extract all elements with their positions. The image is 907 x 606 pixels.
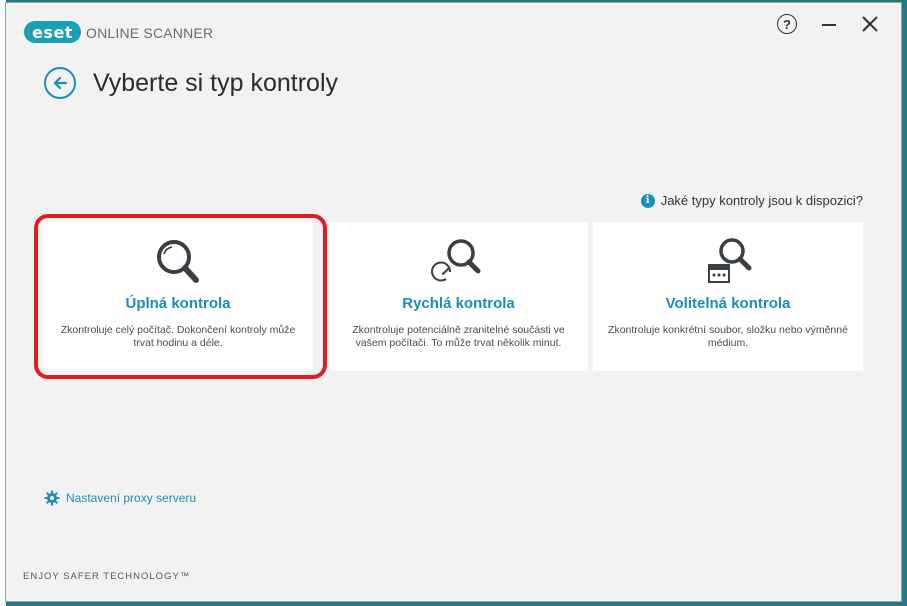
minimize-button[interactable] (816, 11, 842, 37)
info-link-label: Jaké typy kontroly jsou k dispozici? (660, 193, 863, 208)
full-scan-card[interactable]: Úplná kontrola Zkontroluje celý počítač.… (43, 222, 313, 371)
scan-types-info-link[interactable]: i Jaké typy kontroly jsou k dispozici? (640, 193, 863, 208)
card-description: Zkontroluje potenciálně zranitelné součá… (352, 324, 565, 349)
app-name: ONLINE SCANNER (86, 25, 214, 41)
close-icon (862, 16, 878, 32)
card-title: Rychlá kontrola (402, 295, 515, 312)
quick-scan-card[interactable]: Rychlá kontrola Zkontroluje potenciálně … (329, 222, 588, 371)
proxy-settings-link[interactable]: Nastavení proxy serveru (44, 490, 196, 506)
gear-icon (44, 490, 60, 506)
scanner-window: eset ONLINE SCANNER ? Vyberte si typ kon… (5, 2, 902, 602)
page-title: Vyberte si typ kontroly (93, 69, 339, 97)
card-title: Volitelná kontrola (665, 295, 791, 312)
arrow-left-icon (53, 76, 68, 90)
custom-scan-card[interactable]: Volitelná kontrola Zkontroluje konkrétní… (593, 222, 863, 371)
info-icon: i (640, 193, 655, 208)
tagline: ENJOY SAFER TECHNOLOGY™ (23, 571, 191, 582)
back-button[interactable] (44, 67, 76, 99)
minimize-icon (822, 24, 836, 26)
title-bar: eset ONLINE SCANNER ? (6, 3, 901, 59)
help-button[interactable]: ? (774, 11, 800, 37)
card-description: Zkontroluje konkrétní soubor, složku neb… (608, 324, 848, 349)
proxy-settings-label: Nastavení proxy serveru (66, 491, 197, 505)
eset-logo: eset (24, 21, 81, 43)
card-description: Zkontroluje celý počítač. Dokončení kont… (60, 324, 296, 349)
quick-scan-icon (430, 239, 480, 282)
help-icon: ? (777, 14, 797, 34)
close-button[interactable] (857, 11, 883, 37)
magnifier-icon (157, 240, 199, 283)
custom-scan-icon (708, 238, 752, 283)
card-title: Úplná kontrola (125, 295, 231, 312)
